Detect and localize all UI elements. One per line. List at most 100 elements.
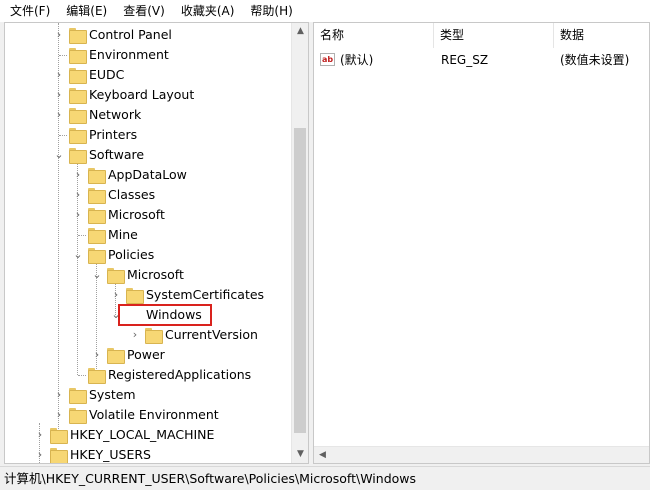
- menu-view[interactable]: 查看(V): [115, 0, 173, 22]
- tree-item-label: Mine: [108, 227, 138, 242]
- folder-icon: [88, 248, 106, 264]
- tree-item-label: Classes: [108, 187, 156, 202]
- tree-item-label: Volatile Environment: [89, 407, 219, 422]
- folder-icon: [88, 228, 106, 244]
- tree-item-policies-microsoft[interactable]: ⌄ Microsoft: [5, 265, 292, 285]
- expand-arrow-icon[interactable]: ›: [33, 447, 47, 463]
- tree-item-hkey-local-machine[interactable]: › HKEY_LOCAL_MACHINE: [5, 425, 292, 445]
- expand-arrow-icon[interactable]: ›: [52, 27, 66, 43]
- scrollbar-thumb[interactable]: [294, 128, 306, 433]
- scroll-left-icon[interactable]: ◀: [314, 447, 331, 463]
- tree-item-system[interactable]: › System: [5, 385, 292, 405]
- folder-icon: [88, 188, 106, 204]
- string-value-icon: ab: [320, 53, 335, 66]
- tree-item-eudc[interactable]: › EUDC: [5, 65, 292, 85]
- tree-item-registeredapplications[interactable]: RegisteredApplications: [5, 365, 292, 385]
- tree-item-power[interactable]: › Power: [5, 345, 292, 365]
- expand-arrow-icon[interactable]: ›: [109, 287, 123, 303]
- tree-item-label: Policies: [108, 247, 155, 262]
- column-header-name[interactable]: 名称: [314, 23, 434, 48]
- expand-arrow-icon[interactable]: ›: [71, 187, 85, 203]
- tree-item-software[interactable]: ⌄ Software: [5, 145, 292, 165]
- collapse-arrow-icon[interactable]: ⌄: [71, 247, 85, 263]
- tree-item-systemcertificates[interactable]: › SystemCertificates: [5, 285, 292, 305]
- tree-item-hkey-users[interactable]: › HKEY_USERS: [5, 445, 292, 463]
- menu-edit[interactable]: 编辑(E): [58, 0, 115, 22]
- folder-icon: [88, 208, 106, 224]
- menu-file[interactable]: 文件(F): [2, 0, 58, 22]
- tree-item-keyboard-layout[interactable]: › Keyboard Layout: [5, 85, 292, 105]
- tree-item-currentversion[interactable]: › CurrentVersion: [5, 325, 292, 345]
- tree-item-appdatalow[interactable]: › AppDataLow: [5, 165, 292, 185]
- tree-item-policies[interactable]: ⌄ Policies: [5, 245, 292, 265]
- expand-arrow-icon[interactable]: ›: [71, 167, 85, 183]
- folder-icon: [69, 28, 87, 44]
- column-header-data[interactable]: 数据: [554, 23, 649, 48]
- tree-item-label: Software: [89, 147, 145, 162]
- tree-item-microsoft[interactable]: › Microsoft: [5, 205, 292, 225]
- tree-rows: › Control Panel Environment › EUDC › Key…: [5, 23, 292, 463]
- folder-icon: [69, 88, 87, 104]
- tree-item-network[interactable]: › Network: [5, 105, 292, 125]
- folder-icon: [50, 428, 68, 444]
- expand-arrow-icon[interactable]: ›: [52, 67, 66, 83]
- tree-item-label: Environment: [89, 47, 169, 62]
- expand-arrow-icon[interactable]: ›: [71, 207, 85, 223]
- registry-values-pane[interactable]: 名称 类型 数据 ab (默认) REG_SZ (数值未设置) ◀: [313, 22, 650, 464]
- folder-icon: [145, 328, 163, 344]
- folder-icon: [88, 368, 106, 384]
- tree-item-label: HKEY_USERS: [70, 447, 151, 462]
- folder-icon: [69, 148, 87, 164]
- tree-item-label: Network: [89, 107, 142, 122]
- tree-item-mine[interactable]: Mine: [5, 225, 292, 245]
- folder-icon: [107, 348, 125, 364]
- folder-icon: [69, 48, 87, 64]
- tree-connector: [59, 55, 67, 56]
- scroll-down-icon[interactable]: ▼: [292, 446, 308, 463]
- expand-arrow-icon[interactable]: ›: [90, 347, 104, 363]
- value-type: REG_SZ: [441, 53, 489, 67]
- values-list-header: 名称 类型 数据: [314, 23, 649, 48]
- expand-arrow-icon[interactable]: ›: [128, 327, 142, 343]
- status-path: 计算机\HKEY_CURRENT_USER\Software\Policies\…: [4, 471, 417, 486]
- collapse-arrow-icon[interactable]: ⌄: [90, 267, 104, 283]
- tree-item-label: CurrentVersion: [165, 327, 258, 342]
- tree-vertical-scrollbar[interactable]: ▲ ▼: [291, 23, 308, 463]
- expand-arrow-icon[interactable]: ›: [52, 107, 66, 123]
- tree-item-label: Microsoft: [108, 207, 165, 222]
- collapse-arrow-icon[interactable]: ⌄: [52, 147, 66, 163]
- tree-item-label: Microsoft: [127, 267, 184, 282]
- tree-item-environment[interactable]: Environment: [5, 45, 292, 65]
- tree-item-classes[interactable]: › Classes: [5, 185, 292, 205]
- tree-item-printers[interactable]: Printers: [5, 125, 292, 145]
- menu-help[interactable]: 帮助(H): [242, 0, 300, 22]
- value-row-default[interactable]: ab (默认) REG_SZ (数值未设置): [314, 50, 649, 70]
- folder-icon: [69, 388, 87, 404]
- tree-item-label: HKEY_LOCAL_MACHINE: [70, 427, 215, 442]
- expand-arrow-icon[interactable]: ›: [52, 387, 66, 403]
- tree-item-windows[interactable]: ⌄ Windows: [5, 304, 292, 326]
- expand-arrow-icon[interactable]: ›: [52, 407, 66, 423]
- tree-item-label: AppDataLow: [108, 167, 187, 182]
- expand-arrow-icon[interactable]: ›: [33, 427, 47, 443]
- folder-icon: [69, 108, 87, 124]
- tree-item-label: RegisteredApplications: [108, 367, 252, 382]
- tree-item-label: Control Panel: [89, 27, 172, 42]
- values-horizontal-scrollbar[interactable]: ◀: [314, 446, 649, 463]
- tree-item-control-panel[interactable]: › Control Panel: [5, 25, 292, 45]
- registry-tree-pane[interactable]: › Control Panel Environment › EUDC › Key…: [4, 22, 309, 464]
- status-bar: 计算机\HKEY_CURRENT_USER\Software\Policies\…: [0, 466, 650, 490]
- menu-favorites[interactable]: 收藏夹(A): [173, 0, 243, 22]
- tree-item-label-selected: Windows: [118, 304, 212, 326]
- value-data: (数值未设置): [560, 53, 630, 67]
- tree-item-label: Power: [127, 347, 165, 362]
- tree-item-volatile-environment[interactable]: › Volatile Environment: [5, 405, 292, 425]
- tree-connector: [78, 235, 86, 236]
- menu-bar: 文件(F) 编辑(E) 查看(V) 收藏夹(A) 帮助(H): [0, 0, 650, 22]
- scroll-up-icon[interactable]: ▲: [292, 23, 308, 40]
- tree-item-label: SystemCertificates: [146, 287, 265, 302]
- value-name: (默认): [340, 53, 374, 67]
- expand-arrow-icon[interactable]: ›: [52, 87, 66, 103]
- column-header-type[interactable]: 类型: [434, 23, 554, 48]
- tree-item-label: Keyboard Layout: [89, 87, 195, 102]
